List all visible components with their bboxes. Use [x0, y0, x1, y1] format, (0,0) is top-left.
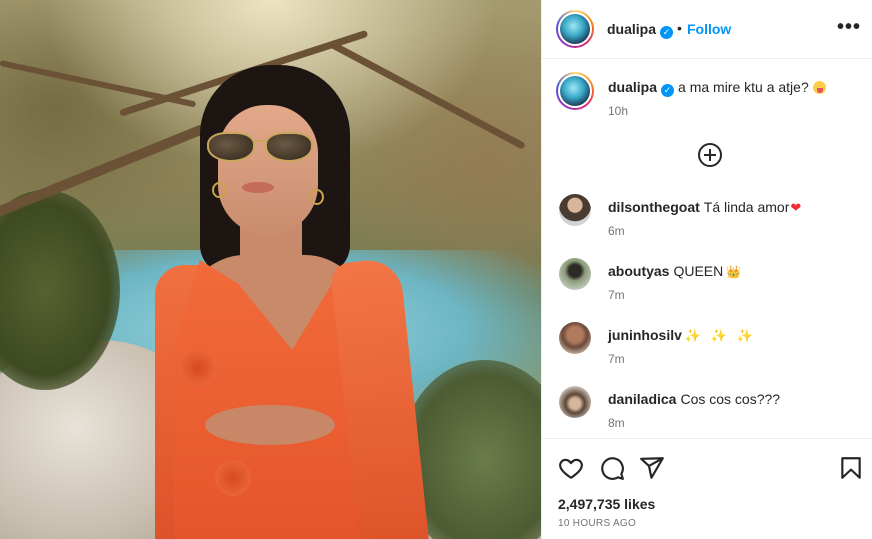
avatar[interactable]	[556, 72, 594, 110]
comment-username[interactable]: aboutyas	[608, 263, 669, 279]
comment-body: QUEEN	[673, 263, 724, 279]
dress-rosette	[180, 350, 216, 386]
avatar[interactable]	[559, 322, 591, 354]
comment-username[interactable]: daniladica	[608, 391, 676, 407]
post-actions: 2,497,735 likes 10 HOURS AGO	[542, 438, 872, 539]
comments-list: dilsonthegoat Tá linda amor❤ 6m aboutyas Q…	[542, 192, 872, 448]
caption-username[interactable]: dualipa ✓	[608, 79, 675, 97]
ellipsis-icon[interactable]: •••	[837, 16, 861, 39]
face	[218, 105, 318, 235]
heart-outline-icon[interactable]	[558, 455, 584, 481]
verified-badge-icon: ✓	[661, 84, 675, 97]
post-timestamp[interactable]: 10 HOURS AGO	[558, 518, 636, 529]
post-header: dualipa ✓ • Follow •••	[542, 0, 872, 59]
like-count[interactable]: 2,497,735 likes	[558, 496, 655, 512]
sunglasses	[207, 132, 317, 164]
comment-username[interactable]: juninhosilv	[608, 327, 682, 343]
comment-text: dilsonthegoat Tá linda amor❤	[608, 199, 801, 216]
lens	[207, 132, 255, 162]
post-side-panel: dualipa ✓ • Follow ••• dualipa ✓ a ma mire …	[541, 0, 872, 539]
avatar[interactable]	[559, 258, 591, 290]
comment-text: juninhosilv ✨ ✨ ✨	[608, 327, 756, 344]
comment-time[interactable]: 8m	[608, 416, 625, 430]
bookmark-icon[interactable]	[838, 455, 864, 481]
comment-time[interactable]: 6m	[608, 224, 625, 238]
caption: dualipa ✓ a ma mire ktu a atje? 10h	[542, 70, 872, 130]
comment: dilsonthegoat Tá linda amor❤ 6m	[542, 192, 872, 256]
comment-time[interactable]: 7m	[608, 352, 625, 366]
dress-rosette	[215, 460, 251, 496]
dress-cutout	[205, 405, 335, 445]
verified-badge-icon: ✓	[660, 26, 674, 39]
earring	[310, 189, 324, 205]
lips	[242, 182, 274, 193]
comment-username[interactable]: dilsonthegoat	[608, 199, 700, 215]
lens	[265, 132, 313, 162]
caption-body: a ma mire ktu a atje?	[678, 79, 809, 95]
comment-text: aboutyas QUEEN 👑	[608, 263, 741, 279]
avatar[interactable]	[559, 386, 591, 418]
crown-emoji-icon: 👑	[726, 265, 742, 279]
comment-text: daniladica Cos cos cos???	[608, 391, 780, 407]
avatar[interactable]	[559, 194, 591, 226]
avatar[interactable]	[556, 10, 594, 48]
plus-circle-icon[interactable]	[698, 143, 722, 167]
separator: •	[677, 20, 682, 36]
comment-body: Cos cos cos???	[680, 391, 781, 407]
person	[155, 65, 440, 539]
comment: aboutyas QUEEN 👑 7m	[542, 256, 872, 320]
earring	[212, 182, 226, 198]
speech-bubble-icon[interactable]	[599, 455, 625, 481]
heart-emoji-icon: ❤	[790, 200, 802, 215]
follow-button[interactable]: Follow	[687, 21, 731, 37]
tongue-emoji-icon	[812, 81, 826, 94]
paper-plane-icon[interactable]	[639, 455, 665, 481]
comment-body: Tá linda amor	[703, 199, 790, 215]
caption-text: dualipa ✓ a ma mire ktu a atje?	[608, 79, 826, 97]
sparkles-emoji-icon: ✨ ✨ ✨	[684, 328, 756, 343]
comment-time[interactable]: 7m	[608, 288, 625, 302]
caption-time[interactable]: 10h	[608, 104, 628, 118]
post-photo[interactable]	[0, 0, 541, 539]
comment: juninhosilv ✨ ✨ ✨ 7m	[542, 320, 872, 384]
author-username[interactable]: dualipa ✓	[607, 21, 674, 39]
